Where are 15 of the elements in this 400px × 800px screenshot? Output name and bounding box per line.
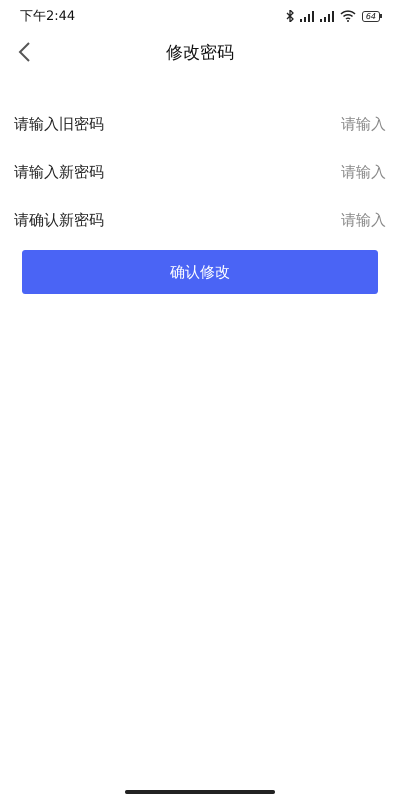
page-title: 修改密码: [165, 42, 235, 64]
password-field[interactable]: 请输入: [104, 163, 386, 181]
battery-icon: 64: [362, 10, 382, 22]
field-label: 请输入新密码: [14, 162, 104, 182]
chevron-left-icon: [16, 41, 32, 63]
confirm-button[interactable]: 确认修改: [22, 250, 378, 294]
field-label: 请确认新密码: [14, 210, 104, 230]
signal-icon: [300, 10, 314, 22]
password-field[interactable]: 请输入: [104, 211, 386, 229]
bluetooth-icon: [286, 10, 294, 22]
signal-icon: [320, 10, 334, 22]
field-label: 请输入旧密码: [14, 114, 104, 134]
wifi-icon: [340, 10, 356, 22]
password-field[interactable]: 请输入: [104, 115, 386, 133]
status-time: 下午2:44: [20, 8, 76, 25]
